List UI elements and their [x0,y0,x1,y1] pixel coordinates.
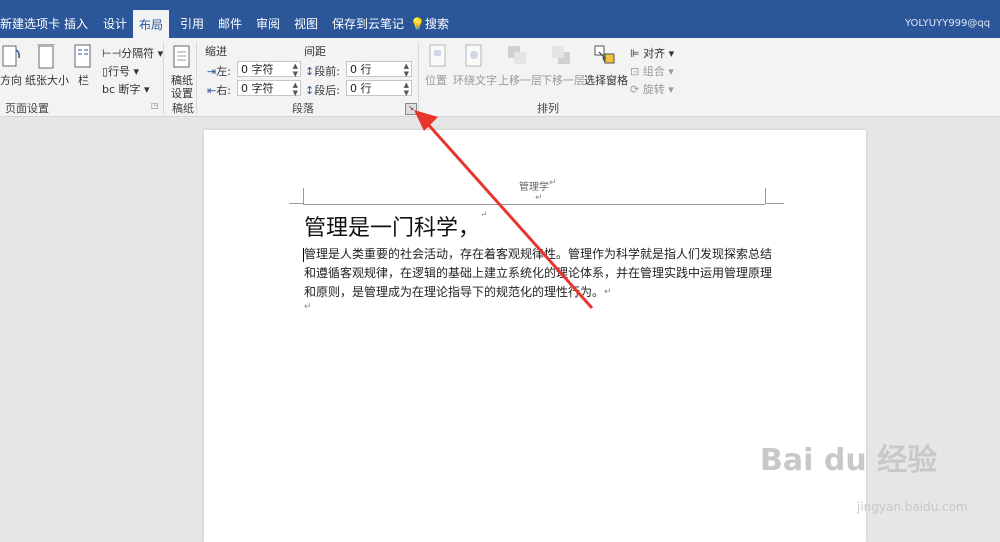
baidu-watermark: Bai du 经验 [760,443,938,478]
watermark-url: jingyan.baidu.com [857,500,968,514]
